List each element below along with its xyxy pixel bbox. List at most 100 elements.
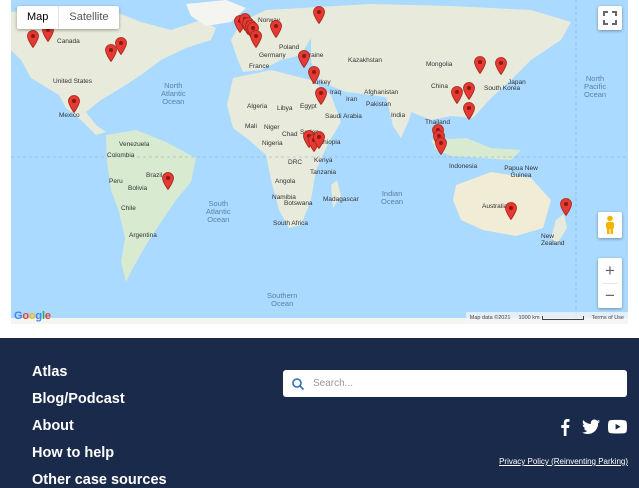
country-label-united-states: United States bbox=[53, 78, 93, 85]
country-label-pakistan: Pakistan bbox=[366, 101, 391, 108]
map-marker-27[interactable] bbox=[474, 56, 486, 75]
map-marker-16[interactable] bbox=[308, 66, 320, 85]
country-label-kenya: Kenya bbox=[314, 157, 333, 164]
country-label-algeria: Algeria bbox=[247, 103, 268, 110]
pegman-icon bbox=[606, 215, 614, 234]
country-label-madagascar: Madagascar bbox=[323, 196, 359, 203]
country-label-saudi-arabia: Saudi Arabia bbox=[325, 113, 362, 120]
marker-pin-icon bbox=[463, 102, 475, 121]
country-label-colombia: Colombia bbox=[107, 152, 135, 159]
map-type-map-button[interactable]: Map bbox=[17, 6, 60, 29]
country-label-iraq: Iraq bbox=[330, 89, 342, 96]
world-map[interactable]: North Atlantic Ocean South Atlantic Ocea… bbox=[11, 0, 628, 324]
country-label-papua-new-guinea: Papua New Guinea bbox=[504, 165, 538, 179]
country-label-chile: Chile bbox=[121, 205, 136, 212]
country-label-chad: Chad bbox=[282, 131, 298, 138]
country-label-south-korea: South Korea bbox=[484, 85, 521, 92]
marker-pin-icon bbox=[27, 30, 39, 49]
map-marker-5[interactable] bbox=[68, 95, 80, 114]
map-data-credit[interactable]: Map data ©2021 bbox=[470, 315, 511, 321]
ocean-label-southern: Southern Ocean bbox=[267, 291, 298, 308]
country-label-indonesia: Indonesia bbox=[449, 163, 478, 170]
country-label-india: India bbox=[391, 112, 406, 119]
footer-link-atlas[interactable]: Atlas bbox=[32, 364, 67, 380]
map-marker-25[interactable] bbox=[463, 82, 475, 101]
map-marker-12[interactable] bbox=[250, 30, 262, 49]
map-marker-28[interactable] bbox=[495, 57, 507, 76]
country-label-mali: Mali bbox=[245, 123, 257, 130]
country-label-libya: Libya bbox=[277, 105, 293, 112]
marker-pin-icon bbox=[308, 66, 320, 85]
country-label-mexico: Mexico bbox=[59, 112, 80, 119]
country-label-angola: Angola bbox=[275, 178, 296, 185]
marker-pin-icon bbox=[162, 172, 174, 191]
marker-pin-icon bbox=[315, 87, 327, 106]
search-icon bbox=[292, 377, 305, 390]
scale-bar bbox=[541, 315, 584, 320]
youtube-icon[interactable] bbox=[608, 418, 627, 436]
zoom-in-button[interactable]: + bbox=[598, 259, 622, 283]
ocean-label-north-pacific: North Pacific Ocean bbox=[584, 74, 607, 99]
facebook-icon[interactable] bbox=[560, 418, 570, 436]
country-label-argentina: Argentina bbox=[129, 232, 157, 239]
marker-pin-icon bbox=[451, 86, 463, 105]
map-type-satellite-button[interactable]: Satellite bbox=[59, 6, 118, 29]
search-input[interactable] bbox=[311, 377, 615, 390]
map-marker-13[interactable] bbox=[270, 20, 282, 39]
footer-link-blog-podcast[interactable]: Blog/Podcast bbox=[32, 391, 125, 407]
marker-pin-icon bbox=[463, 82, 475, 101]
country-label-bolivia: Bolivia bbox=[128, 185, 148, 192]
marker-pin-icon bbox=[435, 137, 447, 156]
map-marker-30[interactable] bbox=[560, 198, 572, 217]
map-marker-23[interactable] bbox=[435, 137, 447, 156]
ocean-label-south-atlantic: South Atlantic Ocean bbox=[206, 199, 231, 224]
country-label-nigeria: Nigeria bbox=[262, 140, 283, 147]
google-logo[interactable]: Google bbox=[14, 310, 51, 322]
country-label-germany: Germany bbox=[259, 52, 286, 59]
marker-pin-icon bbox=[115, 37, 127, 56]
marker-pin-icon bbox=[313, 131, 325, 150]
twitter-icon[interactable] bbox=[582, 418, 600, 436]
country-label-poland: Poland bbox=[279, 44, 300, 51]
map-marker-20[interactable] bbox=[313, 131, 325, 150]
zoom-out-button[interactable]: − bbox=[598, 284, 622, 308]
footer-link-about[interactable]: About bbox=[32, 418, 74, 434]
country-label-china: China bbox=[431, 83, 448, 90]
map-scale[interactable]: 1000 km bbox=[518, 315, 584, 321]
map-marker-24[interactable] bbox=[451, 86, 463, 105]
footer-link-other-case-sources[interactable]: Other case sources bbox=[32, 472, 167, 488]
country-label-australia: Australia bbox=[482, 203, 508, 210]
marker-pin-icon bbox=[495, 57, 507, 76]
marker-pin-icon bbox=[505, 202, 517, 221]
country-label-niger: Niger bbox=[264, 124, 280, 131]
country-label-tanzania: Tanzania bbox=[310, 169, 337, 176]
map-marker-1[interactable] bbox=[27, 30, 39, 49]
country-label-venezuela: Venezuela bbox=[119, 141, 150, 148]
country-label-south-africa: South Africa bbox=[273, 220, 309, 227]
privacy-policy-link[interactable]: Privacy Policy (Reinventing Parking) bbox=[499, 457, 628, 466]
map-marker-14[interactable] bbox=[313, 6, 325, 25]
street-view-pegman-button[interactable] bbox=[598, 212, 622, 238]
fullscreen-icon bbox=[603, 11, 617, 25]
country-label-france: France bbox=[249, 63, 270, 70]
map-marker-4[interactable] bbox=[115, 37, 127, 56]
map-marker-26[interactable] bbox=[463, 102, 475, 121]
footer-link-how-to-help[interactable]: How to help bbox=[32, 445, 114, 461]
marker-pin-icon bbox=[270, 20, 282, 39]
site-footer: Atlas Blog/Podcast About How to help Oth… bbox=[0, 338, 639, 488]
fullscreen-button[interactable] bbox=[598, 6, 622, 30]
map-attribution: Map data ©2021 1000 km Terms of Use bbox=[465, 312, 628, 324]
terms-of-use-link[interactable]: Terms of Use bbox=[592, 315, 624, 321]
country-label-peru: Peru bbox=[109, 178, 123, 185]
map-marker-29[interactable] bbox=[505, 202, 517, 221]
country-label-canada: Canada bbox=[57, 38, 80, 45]
country-label-afghanistan: Afghanistan bbox=[364, 89, 399, 96]
country-label-botswana: Botswana bbox=[284, 200, 313, 207]
marker-pin-icon bbox=[68, 95, 80, 114]
country-label-drc: DRC bbox=[288, 159, 303, 166]
country-label-iran: Iran bbox=[346, 96, 358, 103]
map-marker-6[interactable] bbox=[162, 172, 174, 191]
country-label-brazil: Brazil bbox=[146, 172, 163, 179]
ocean-label-indian: Indian Ocean bbox=[381, 189, 404, 206]
map-marker-17[interactable] bbox=[315, 87, 327, 106]
